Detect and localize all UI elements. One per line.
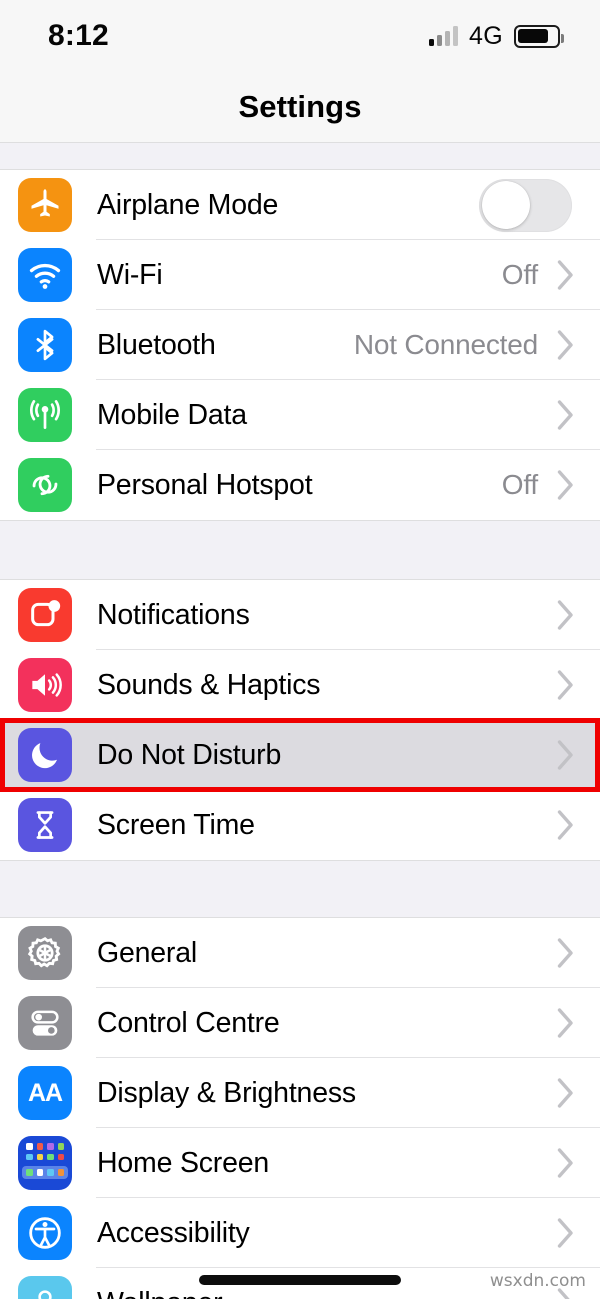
- status-bar-time: 8:12: [48, 19, 109, 52]
- settings-row-display-brightness[interactable]: AA Display & Brightness: [0, 1058, 600, 1128]
- settings-group-connectivity: Airplane Mode Wi-Fi Off Bluetooth Not Connec…: [0, 170, 600, 520]
- settings-row-control-centre[interactable]: Control Centre: [0, 988, 600, 1058]
- chevron-right-icon: [552, 938, 580, 968]
- notifications-icon: [18, 588, 72, 642]
- settings-group-alerts: Notifications Sounds & Haptics Do Not Dist…: [0, 580, 600, 860]
- navigation-bar: Settings: [0, 72, 600, 142]
- row-value: Off: [501, 469, 538, 500]
- home-screen-icon: [18, 1136, 72, 1190]
- accessibility-icon: [18, 1206, 72, 1260]
- home-indicator: [199, 1275, 401, 1285]
- battery-icon: [514, 24, 564, 48]
- settings-row-mobile-data[interactable]: Mobile Data: [0, 380, 600, 450]
- chevron-right-icon: [552, 1218, 580, 1248]
- moon-icon: [18, 728, 72, 782]
- page-title: Settings: [238, 89, 362, 124]
- row-label: General: [97, 936, 197, 969]
- display-icon: AA: [18, 1066, 72, 1120]
- row-label: Personal Hotspot: [97, 468, 313, 501]
- row-label: Notifications: [97, 598, 250, 631]
- settings-row-wi-fi[interactable]: Wi-Fi Off: [0, 240, 600, 310]
- sounds-icon: [18, 658, 72, 712]
- row-label: Control Centre: [97, 1006, 280, 1039]
- iphone-settings-screen: 8:12 4G Settings Airplane Mode Wi-Fi Off Bl…: [0, 0, 600, 1299]
- row-value: Off: [501, 259, 538, 290]
- chevron-right-icon: [552, 1148, 580, 1178]
- hotspot-icon: [18, 458, 72, 512]
- row-label: Sounds & Haptics: [97, 668, 321, 701]
- chevron-right-icon: [552, 600, 580, 630]
- settings-row-sounds-haptics[interactable]: Sounds & Haptics: [0, 650, 600, 720]
- chevron-right-icon: [552, 1008, 580, 1038]
- row-label: Accessibility: [97, 1216, 250, 1249]
- watermark: wsxdn.com: [489, 1271, 586, 1291]
- chevron-right-icon: [552, 470, 580, 500]
- row-label: Wallpaper: [97, 1287, 552, 1299]
- row-label: Mobile Data: [97, 398, 247, 431]
- row-label: Wi-Fi: [97, 258, 163, 291]
- group-spacer-2: [0, 860, 600, 918]
- chevron-right-icon: [552, 400, 580, 430]
- chevron-right-icon: [552, 260, 580, 290]
- gear-icon: [18, 926, 72, 980]
- mobile-data-icon: [18, 388, 72, 442]
- settings-row-airplane-mode[interactable]: Airplane Mode: [0, 170, 600, 240]
- settings-row-screen-time[interactable]: Screen Time: [0, 790, 600, 860]
- hourglass-icon: [18, 798, 72, 852]
- settings-row-bluetooth[interactable]: Bluetooth Not Connected: [0, 310, 600, 380]
- chevron-right-icon: [552, 740, 580, 770]
- row-label: Bluetooth: [97, 328, 216, 361]
- settings-row-notifications[interactable]: Notifications: [0, 580, 600, 650]
- wifi-icon: [18, 248, 72, 302]
- airplane-mode-toggle[interactable]: [479, 178, 572, 232]
- status-bar-indicators: 4G: [429, 21, 564, 51]
- settings-row-general[interactable]: General: [0, 918, 600, 988]
- status-bar: 8:12 4G: [0, 0, 600, 72]
- bluetooth-icon: [18, 318, 72, 372]
- list-top-spacer: [0, 142, 600, 170]
- airplane-icon: [18, 178, 72, 232]
- row-label: Airplane Mode: [97, 188, 279, 221]
- cellular-bars-icon: [429, 26, 459, 46]
- chevron-right-icon: [552, 1078, 580, 1108]
- row-label: Do Not Disturb: [97, 738, 282, 771]
- group-spacer-1: [0, 520, 600, 580]
- wallpaper-icon: [18, 1276, 72, 1299]
- chevron-right-icon: [552, 810, 580, 840]
- row-label: Display & Brightness: [97, 1076, 356, 1109]
- row-label: Screen Time: [97, 808, 255, 841]
- settings-row-accessibility[interactable]: Accessibility: [0, 1198, 600, 1268]
- control-centre-icon: [18, 996, 72, 1050]
- settings-row-do-not-disturb[interactable]: Do Not Disturb: [0, 720, 600, 790]
- chevron-right-icon: [552, 670, 580, 700]
- settings-row-personal-hotspot[interactable]: Personal Hotspot Off: [0, 450, 600, 520]
- row-label: Home Screen: [97, 1146, 270, 1179]
- network-type-label: 4G: [469, 21, 503, 50]
- settings-group-system: General Control Centre AA Display & Brightn…: [0, 918, 600, 1299]
- settings-row-home-screen[interactable]: Home Screen: [0, 1128, 600, 1198]
- chevron-right-icon: [552, 330, 580, 360]
- row-value: Not Connected: [353, 329, 538, 360]
